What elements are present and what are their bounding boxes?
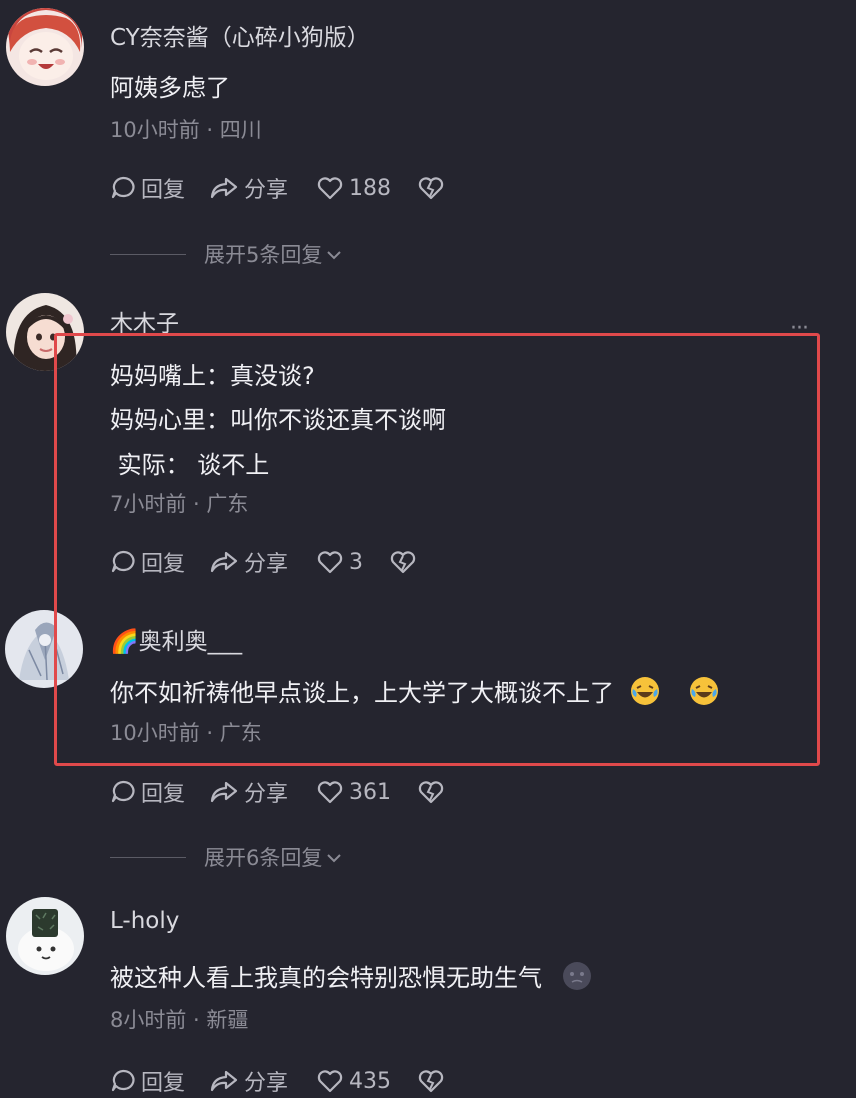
comment-meta: 8小时前 · 新疆: [110, 1008, 249, 1032]
chevron-down-icon: [326, 242, 342, 266]
comment-actions: 回复 分享 188: [110, 171, 445, 205]
comment-bubble-icon: [110, 175, 136, 201]
like-button[interactable]: 435: [316, 1068, 391, 1094]
avatar[interactable]: [6, 897, 84, 975]
heart-icon: [316, 779, 344, 805]
comment-bubble-icon: [110, 1068, 136, 1094]
share-button[interactable]: 分享: [209, 1065, 288, 1097]
share-arrow-icon: [209, 1068, 239, 1094]
share-button[interactable]: 分享: [209, 776, 288, 808]
share-label: 分享: [244, 1071, 289, 1096]
dislike-button[interactable]: [417, 779, 445, 805]
dark-face-emoji-icon: [562, 961, 592, 991]
comment-meta: 10小时前 · 四川: [110, 118, 262, 142]
like-count: 435: [349, 1068, 392, 1094]
expand-replies-button[interactable]: 展开5条回复: [110, 239, 342, 269]
dislike-button[interactable]: [417, 1068, 445, 1094]
like-count: 188: [349, 175, 392, 201]
share-label: 分享: [244, 178, 289, 203]
expand-replies-button[interactable]: 展开6条回复: [110, 842, 342, 872]
username[interactable]: CY奈奈酱（心碎小狗版）: [110, 18, 370, 52]
avatar[interactable]: [6, 8, 84, 86]
reply-button[interactable]: 回复: [110, 172, 185, 204]
username[interactable]: L-holy: [110, 908, 179, 934]
like-button[interactable]: 361: [316, 779, 391, 805]
comment-actions: 回复 分享 435: [110, 1064, 445, 1098]
share-arrow-icon: [209, 779, 239, 805]
heart-icon: [316, 1068, 344, 1094]
comment-actions: 回复 分享 361: [110, 775, 445, 809]
reply-label: 回复: [141, 782, 186, 807]
share-label: 分享: [244, 782, 289, 807]
heart-icon: [316, 175, 344, 201]
chevron-down-icon: [326, 845, 342, 869]
broken-heart-icon: [417, 779, 445, 805]
share-button[interactable]: 分享: [209, 172, 288, 204]
reply-button[interactable]: 回复: [110, 1065, 185, 1097]
highlight-box: [54, 333, 820, 766]
like-count: 361: [349, 779, 392, 805]
broken-heart-icon: [417, 1068, 445, 1094]
like-button[interactable]: 188: [316, 175, 391, 201]
reply-label: 回复: [141, 1071, 186, 1096]
reply-button[interactable]: 回复: [110, 776, 185, 808]
divider: [110, 253, 186, 255]
divider: [110, 856, 186, 858]
dislike-button[interactable]: [417, 175, 445, 201]
expand-replies-label: 展开5条回复: [204, 243, 323, 267]
comment-text: 被这种人看上我真的会特别恐惧无助生气: [110, 958, 592, 993]
reply-label: 回复: [141, 178, 186, 203]
comment-text: 阿姨多虑了: [110, 74, 230, 102]
expand-replies-label: 展开6条回复: [204, 846, 323, 870]
comment-text-body: 被这种人看上我真的会特别恐惧无助生气: [110, 964, 542, 992]
broken-heart-icon: [417, 175, 445, 201]
share-arrow-icon: [209, 175, 239, 201]
comment-bubble-icon: [110, 779, 136, 805]
